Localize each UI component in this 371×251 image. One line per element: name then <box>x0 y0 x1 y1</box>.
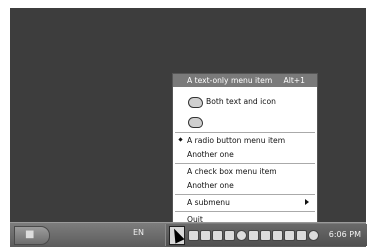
submenu-menu-item[interactable]: A submenu <box>173 196 317 209</box>
menu-item-label: A radio button menu item <box>187 136 286 145</box>
windows-logo-icon: ■ <box>25 229 35 240</box>
tray-icon[interactable] <box>308 230 319 241</box>
tray-icon[interactable] <box>284 230 295 241</box>
radio-menu-item-1[interactable]: A radio button menu item <box>173 134 317 147</box>
radio-selected-icon <box>178 137 183 142</box>
language-indicator[interactable]: EN <box>133 228 144 237</box>
tray-icon[interactable] <box>260 230 271 241</box>
tray-icon[interactable] <box>188 230 199 241</box>
menu-item-label: A check box menu item <box>187 167 277 176</box>
taskbar: ■ EN 6:06 PM <box>10 222 367 247</box>
start-button[interactable]: ■ <box>14 226 50 245</box>
context-menu: A text-only menu item Alt+1 Both text an… <box>172 73 318 229</box>
tray-icon[interactable] <box>236 230 247 241</box>
tray-icon[interactable] <box>224 230 235 241</box>
menu-separator <box>175 163 315 164</box>
radio-menu-item-2[interactable]: Another one <box>173 148 317 161</box>
checkbox-menu-item-2[interactable]: Another one <box>173 179 317 192</box>
text-and-icon-menu-item[interactable]: Both text and icon <box>173 93 317 110</box>
menu-item-label: Another one <box>187 181 234 190</box>
menu-item-label: A text-only menu item <box>187 76 273 85</box>
menu-item-label: Another one <box>187 150 234 159</box>
menu-separator <box>175 194 315 195</box>
tray-icon[interactable] <box>200 230 211 241</box>
tray-icon[interactable] <box>272 230 283 241</box>
tray-icon[interactable] <box>248 230 259 241</box>
clock[interactable]: 6:06 PM <box>329 230 361 239</box>
cloud-icon <box>188 97 203 108</box>
menu-separator <box>175 132 315 133</box>
menu-item-label: A submenu <box>187 198 230 207</box>
system-tray: 6:06 PM <box>165 224 367 246</box>
menu-item-label: Both text and icon <box>206 97 276 106</box>
text-only-menu-item[interactable]: A text-only menu item Alt+1 <box>173 74 317 87</box>
checkbox-menu-item-1[interactable]: A check box menu item <box>173 165 317 178</box>
chevron-right-icon <box>305 199 309 205</box>
menu-item-accelerator: Alt+1 <box>283 76 305 85</box>
tray-icon[interactable] <box>212 230 223 241</box>
menu-separator <box>175 211 315 212</box>
cloud-icon <box>188 117 203 128</box>
icon-only-menu-item[interactable] <box>173 113 317 130</box>
screen: A text-only menu item Alt+1 Both text an… <box>0 0 371 251</box>
tray-icon[interactable] <box>296 230 307 241</box>
